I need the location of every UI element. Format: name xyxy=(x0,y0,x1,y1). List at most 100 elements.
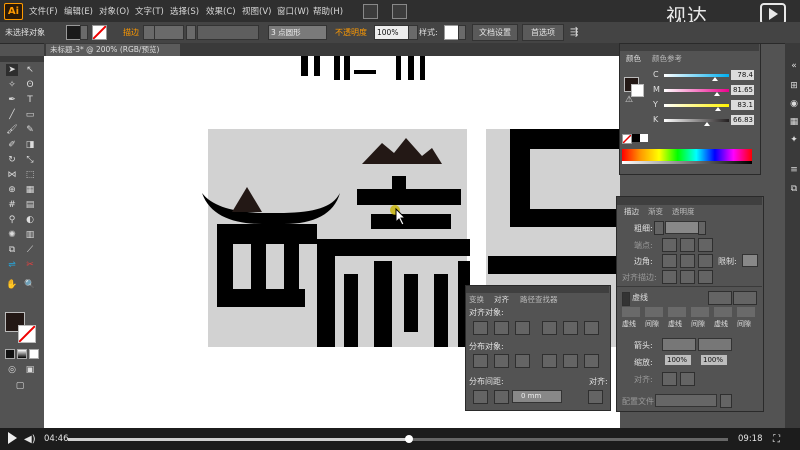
menu-edit[interactable]: 编辑(E) xyxy=(64,5,93,17)
volume-icon[interactable]: ◀) xyxy=(24,434,36,445)
dock-layers-icon[interactable]: ≡ xyxy=(788,164,800,176)
channel-k-thumb[interactable] xyxy=(704,122,711,126)
bridge-icon[interactable] xyxy=(363,4,378,19)
round-cap-button[interactable] xyxy=(680,238,695,252)
dock-color-icon[interactable]: ◉ xyxy=(788,98,800,110)
menu-view[interactable]: 视图(V) xyxy=(242,5,271,17)
pencil-tool-icon[interactable]: ✎ xyxy=(24,124,36,136)
distribute-hcenter-button[interactable] xyxy=(563,354,578,368)
eraser-variant-tool-icon[interactable]: ⇌ xyxy=(6,259,18,271)
channel-y-thumb[interactable] xyxy=(715,107,721,111)
arrange-documents-icon[interactable] xyxy=(392,4,407,19)
column-graph-tool-icon[interactable]: ▥ xyxy=(24,229,36,241)
align-outside-button[interactable] xyxy=(698,270,713,284)
preferences-button[interactable]: 首选项 xyxy=(522,24,564,41)
stroke-label[interactable]: 描边 xyxy=(123,27,139,38)
butt-cap-button[interactable] xyxy=(662,238,677,252)
dash-field-2[interactable] xyxy=(668,307,686,317)
scissors-tool-icon[interactable]: ✂ xyxy=(24,259,36,271)
align-right-button[interactable] xyxy=(515,321,530,335)
distribute-top-button[interactable] xyxy=(473,354,488,368)
spacing-field[interactable]: 0 mm xyxy=(512,390,562,403)
black-swatch[interactable] xyxy=(632,134,640,142)
dock-brushes-icon[interactable]: ✦ xyxy=(788,134,800,146)
start-arrow-dropdown[interactable] xyxy=(662,338,696,351)
align-left-button[interactable] xyxy=(473,321,488,335)
play-icon[interactable] xyxy=(8,432,17,444)
color-mode-icon[interactable] xyxy=(5,349,15,359)
dashed-checkbox[interactable] xyxy=(622,292,630,306)
free-transform-tool-icon[interactable]: ⬚ xyxy=(24,169,36,181)
gap-field-3[interactable] xyxy=(737,307,755,317)
dash-field-1[interactable] xyxy=(622,307,640,317)
direct-selection-tool-icon[interactable]: ↖ xyxy=(24,64,36,76)
distribute-bottom-button[interactable] xyxy=(515,354,530,368)
shape-builder-tool-icon[interactable]: ⊕ xyxy=(6,184,18,196)
dash-field-3[interactable] xyxy=(714,307,732,317)
weight-dropdown[interactable] xyxy=(698,221,706,235)
lasso-tool-icon[interactable]: ʘ xyxy=(24,79,36,91)
distribute-left-button[interactable] xyxy=(542,354,557,368)
fill-dropdown[interactable] xyxy=(80,25,88,40)
align-vcenter-button[interactable] xyxy=(563,321,578,335)
fullscreen-icon[interactable]: ⛶ xyxy=(773,434,780,445)
width-tool-icon[interactable]: ⋈ xyxy=(6,169,18,181)
draw-behind-icon[interactable]: ▣ xyxy=(24,364,36,376)
gradient-mode-icon[interactable] xyxy=(17,349,27,359)
out-of-gamut-icon[interactable]: ⚠ xyxy=(625,95,633,105)
dock-swatches-icon[interactable]: ▦ xyxy=(788,116,800,128)
dash-preserve-button[interactable] xyxy=(708,291,732,305)
profile-dropdown[interactable] xyxy=(655,394,717,407)
weight-field[interactable] xyxy=(665,221,699,234)
channel-c-value[interactable]: 78.4 xyxy=(731,70,754,80)
document-setup-button[interactable]: 文档设置 xyxy=(472,24,518,41)
round-join-button[interactable] xyxy=(680,254,695,268)
scale-tool-icon[interactable]: ⤡ xyxy=(24,154,36,166)
menu-effect[interactable]: 效果(C) xyxy=(206,5,236,17)
tab-color[interactable]: 颜色 xyxy=(626,53,641,64)
start-scale-field[interactable]: 100% xyxy=(665,355,691,365)
flip-along-button[interactable] xyxy=(720,394,732,408)
rotate-tool-icon[interactable]: ↻ xyxy=(6,154,18,166)
align-inside-button[interactable] xyxy=(680,270,695,284)
distribute-vspace-button[interactable] xyxy=(473,390,488,404)
opacity-dropdown[interactable] xyxy=(408,25,418,40)
stroke-swatch[interactable] xyxy=(92,25,107,40)
magic-wand-tool-icon[interactable]: ✧ xyxy=(6,79,18,91)
hand-tool-icon[interactable]: ✋ xyxy=(6,279,18,291)
channel-y-value[interactable]: 83.1 xyxy=(731,100,754,110)
end-scale-field[interactable]: 100% xyxy=(701,355,727,365)
distribute-right-button[interactable] xyxy=(584,354,599,368)
paintbrush-tool-icon[interactable]: 🖌 xyxy=(6,124,18,136)
graphic-style-swatch[interactable] xyxy=(444,25,459,40)
tab-gradient[interactable]: 渐变 xyxy=(648,206,663,217)
gap-field-1[interactable] xyxy=(645,307,663,317)
channel-c-slider[interactable] xyxy=(664,74,729,77)
graphic-style-dropdown[interactable] xyxy=(458,25,466,40)
stroke-weight-dropdown[interactable] xyxy=(186,25,196,40)
tab-transparency[interactable]: 透明度 xyxy=(672,206,695,217)
menu-window[interactable]: 窗口(W) xyxy=(277,5,309,17)
dock-libraries-icon[interactable]: ⊞ xyxy=(788,80,800,92)
pen-tool-icon[interactable]: ✒ xyxy=(6,94,18,106)
selection-tool-icon[interactable]: ➤ xyxy=(6,64,18,76)
align-hcenter-button[interactable] xyxy=(494,321,509,335)
blend-tool-icon[interactable]: ◐ xyxy=(24,214,36,226)
dash-align-button[interactable] xyxy=(733,291,757,305)
distribute-hspace-button[interactable] xyxy=(494,390,509,404)
limit-field[interactable] xyxy=(742,254,758,267)
tab-stroke[interactable]: 描边 xyxy=(624,206,639,217)
tab-align[interactable]: 对齐 xyxy=(494,294,509,305)
eyedropper-tool-icon[interactable]: ⚲ xyxy=(6,214,18,226)
brush-definition[interactable]: 3 点圆形 xyxy=(268,25,327,40)
opacity-label[interactable]: 不透明度 xyxy=(335,27,367,38)
document-tab[interactable]: 未标题-3* @ 200% (RGB/预览) xyxy=(46,44,180,56)
gap-field-2[interactable] xyxy=(691,307,709,317)
channel-k-value[interactable]: 66.83 xyxy=(731,115,754,125)
artboard-tool-icon[interactable]: ⧉ xyxy=(6,244,18,256)
weight-stepper[interactable] xyxy=(654,221,664,235)
align-to-dropdown[interactable] xyxy=(588,390,603,404)
square-cap-button[interactable] xyxy=(698,238,713,252)
arrange-icon[interactable]: ⇶ xyxy=(570,27,578,38)
menu-file[interactable]: 文件(F) xyxy=(29,5,58,17)
